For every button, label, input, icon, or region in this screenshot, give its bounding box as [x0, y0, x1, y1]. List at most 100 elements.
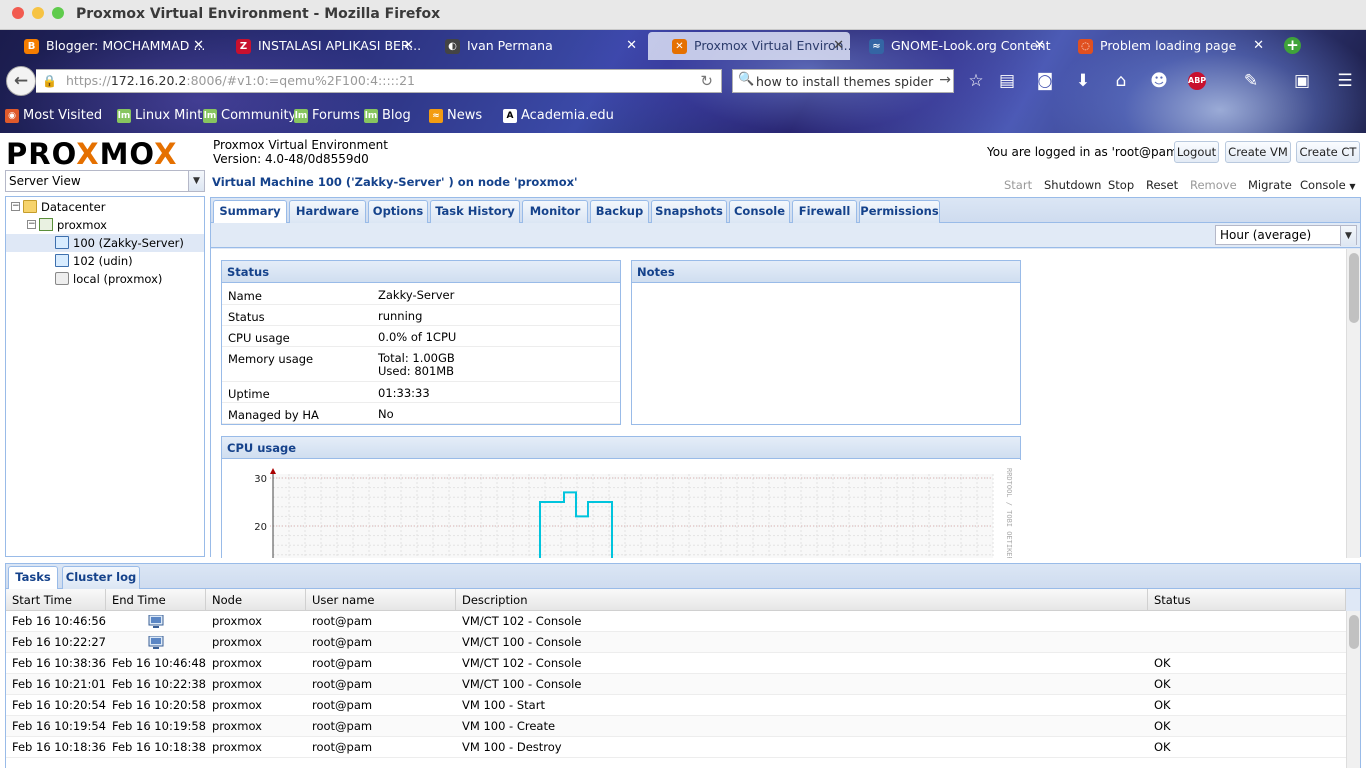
reset-button[interactable]: Reset [1146, 178, 1178, 192]
create-ct-button[interactable]: Create CT [1296, 141, 1360, 163]
close-icon[interactable]: ✕ [833, 32, 844, 59]
home-icon[interactable]: ⌂ [1110, 70, 1132, 92]
create-vm-button[interactable]: Create VM [1225, 141, 1291, 163]
menu-icon[interactable]: ☰ [1334, 70, 1356, 92]
column-header[interactable]: End Time [106, 589, 206, 611]
column-header[interactable]: Description [456, 589, 1148, 611]
column-header[interactable]: Start Time [6, 589, 106, 611]
tree-item-node[interactable]: − proxmox [6, 216, 204, 234]
screenshot-icon[interactable]: ▣ [1291, 70, 1313, 92]
bookmark-item[interactable]: lm Linux Mint [117, 108, 202, 123]
server-view-value: Server View [9, 174, 81, 188]
monitor-icon [55, 236, 69, 249]
tab-summary[interactable]: Summary [213, 200, 287, 224]
table-row[interactable]: Feb 16 10:38:36 Feb 16 10:46:48 proxmox roo… [6, 653, 1346, 674]
table-cell: root@pam [312, 698, 373, 712]
remove-button[interactable]: Remove [1190, 178, 1237, 192]
tab-permissions[interactable]: Permissions [859, 200, 940, 223]
tab-console[interactable]: Console [729, 200, 790, 223]
close-icon[interactable]: ✕ [403, 32, 414, 59]
tasks-scrollbar[interactable] [1346, 611, 1360, 768]
tab-options[interactable]: Options [368, 200, 428, 223]
table-row[interactable]: Feb 16 10:22:27 proxmox root@pam VM/CT 100 … [6, 632, 1346, 653]
search-go-icon[interactable]: → [939, 72, 951, 88]
bookmark-label: Linux Mint [135, 108, 203, 123]
tab-firewall[interactable]: Firewall [792, 200, 857, 223]
url-bar[interactable]: 🔒 https://172.16.20.2:8006/#v1:0:=qemu%2… [36, 69, 722, 93]
timeframe-select[interactable]: Hour (average) ▼ [1215, 225, 1357, 246]
close-icon[interactable]: ✕ [626, 32, 637, 59]
bookmark-item[interactable]: lm Forums [294, 108, 360, 123]
tab-hardware[interactable]: Hardware [289, 200, 366, 223]
tab-tasks[interactable]: Tasks [8, 566, 58, 590]
bookmark-label: News [447, 108, 483, 123]
start-button[interactable]: Start [1004, 178, 1032, 192]
bookmark-star-icon[interactable]: ☆ [965, 70, 987, 92]
tree-item-storage[interactable]: local (proxmox) [6, 270, 204, 288]
collapse-icon[interactable]: − [11, 202, 20, 211]
bookmark-item[interactable]: ≈ News [429, 108, 482, 123]
table-row[interactable]: Feb 16 10:46:56 proxmox root@pam VM/CT 102 … [6, 611, 1346, 632]
tab-cluster-log[interactable]: Cluster log [62, 566, 140, 589]
search-input[interactable]: how to install themes spider voice [756, 74, 936, 89]
bookmark-item[interactable]: ◉ Most Visited [5, 108, 102, 123]
reload-icon[interactable]: ↻ [700, 72, 713, 90]
bookmark-item[interactable]: lm Community [203, 108, 296, 123]
close-icon[interactable]: ✕ [1034, 32, 1045, 59]
chevron-down-icon[interactable]: ▼ [1340, 226, 1356, 246]
tab-snapshots[interactable]: Snapshots [651, 200, 727, 223]
browser-tab[interactable]: B Blogger: MOCHAMMAD ... ✕ [0, 32, 210, 60]
tree-item-vm[interactable]: 102 (udin) [6, 252, 204, 270]
window-minimize-button[interactable] [32, 7, 44, 19]
tab-monitor[interactable]: Monitor [522, 200, 588, 223]
adblock-icon[interactable]: ABP [1188, 72, 1206, 90]
summary-scrollbar[interactable] [1346, 249, 1360, 558]
window-close-button[interactable] [12, 7, 24, 19]
chat-icon[interactable]: ☻ [1148, 70, 1170, 92]
scrollbar-thumb[interactable] [1349, 615, 1359, 649]
back-button[interactable]: ← [6, 66, 36, 96]
downloads-icon[interactable]: ⬇ [1072, 70, 1094, 92]
chart-watermark: RRDTOOL / TOBI OETIKER [1005, 468, 1013, 558]
window-maximize-button[interactable] [52, 7, 64, 19]
pocket-icon[interactable]: ◙ [1034, 70, 1056, 92]
column-header[interactable]: Status [1148, 589, 1346, 611]
table-cell: Feb 16 10:20:58 [112, 698, 206, 712]
console-button[interactable]: Console ▼ [1300, 178, 1355, 192]
shutdown-button[interactable]: Shutdown [1044, 178, 1101, 192]
extension-icon[interactable]: ✎ [1240, 70, 1262, 92]
logged-in-label: You are logged in as 'root@pam' [987, 145, 1181, 159]
close-icon[interactable]: ✕ [193, 32, 204, 59]
tree-item-vm[interactable]: 100 (Zakky-Server) [6, 234, 204, 252]
column-header[interactable]: User name [306, 589, 456, 611]
migrate-button[interactable]: Migrate [1248, 178, 1292, 192]
blogger-icon: B [24, 39, 39, 54]
browser-tab[interactable]: Z INSTALASI APLIKASI BER... ✕ [212, 32, 420, 60]
stop-button[interactable]: Stop [1108, 178, 1134, 192]
tab-task-history[interactable]: Task History [430, 200, 520, 223]
scrollbar-thumb[interactable] [1349, 253, 1359, 323]
proxmox-icon: ✕ [672, 39, 687, 54]
browser-tab[interactable]: ✕ Proxmox Virtual Environ... ✕ [648, 32, 850, 60]
browser-tab[interactable]: ◐ Ivan Permana ✕ [421, 32, 643, 60]
table-row[interactable]: Feb 16 10:18:36 Feb 16 10:18:38 proxmox roo… [6, 737, 1346, 758]
close-icon[interactable]: ✕ [1253, 32, 1264, 59]
collapse-icon[interactable]: − [27, 220, 36, 229]
column-header[interactable]: Node [206, 589, 306, 611]
bookmark-item[interactable]: A Academia.edu [503, 108, 614, 123]
tree-item-folder[interactable]: − Datacenter [6, 198, 204, 216]
browser-tab[interactable]: ◌ Problem loading page ✕ [1054, 32, 1270, 60]
bookmark-item[interactable]: lm Blog [364, 108, 411, 123]
browser-tab[interactable]: ≈ GNOME-Look.org Content ✕ [845, 32, 1051, 60]
server-view-select[interactable]: Server View ▼ [5, 170, 205, 192]
reading-list-icon[interactable]: ▤ [996, 70, 1018, 92]
search-bar[interactable]: 🔍 how to install themes spider voice → [732, 69, 954, 93]
tab-backup[interactable]: Backup [590, 200, 649, 223]
table-row[interactable]: Feb 16 10:21:01 Feb 16 10:22:38 proxmox roo… [6, 674, 1346, 695]
table-row[interactable]: Feb 16 10:19:54 Feb 16 10:19:58 proxmox roo… [6, 716, 1346, 737]
logout-button[interactable]: Logout [1174, 141, 1219, 163]
table-row[interactable]: Feb 16 10:20:54 Feb 16 10:20:58 proxmox roo… [6, 695, 1346, 716]
chart-y-tick-label: 30 [254, 474, 267, 485]
new-tab-icon[interactable]: + [1284, 37, 1301, 54]
chevron-down-icon[interactable]: ▼ [188, 171, 204, 191]
